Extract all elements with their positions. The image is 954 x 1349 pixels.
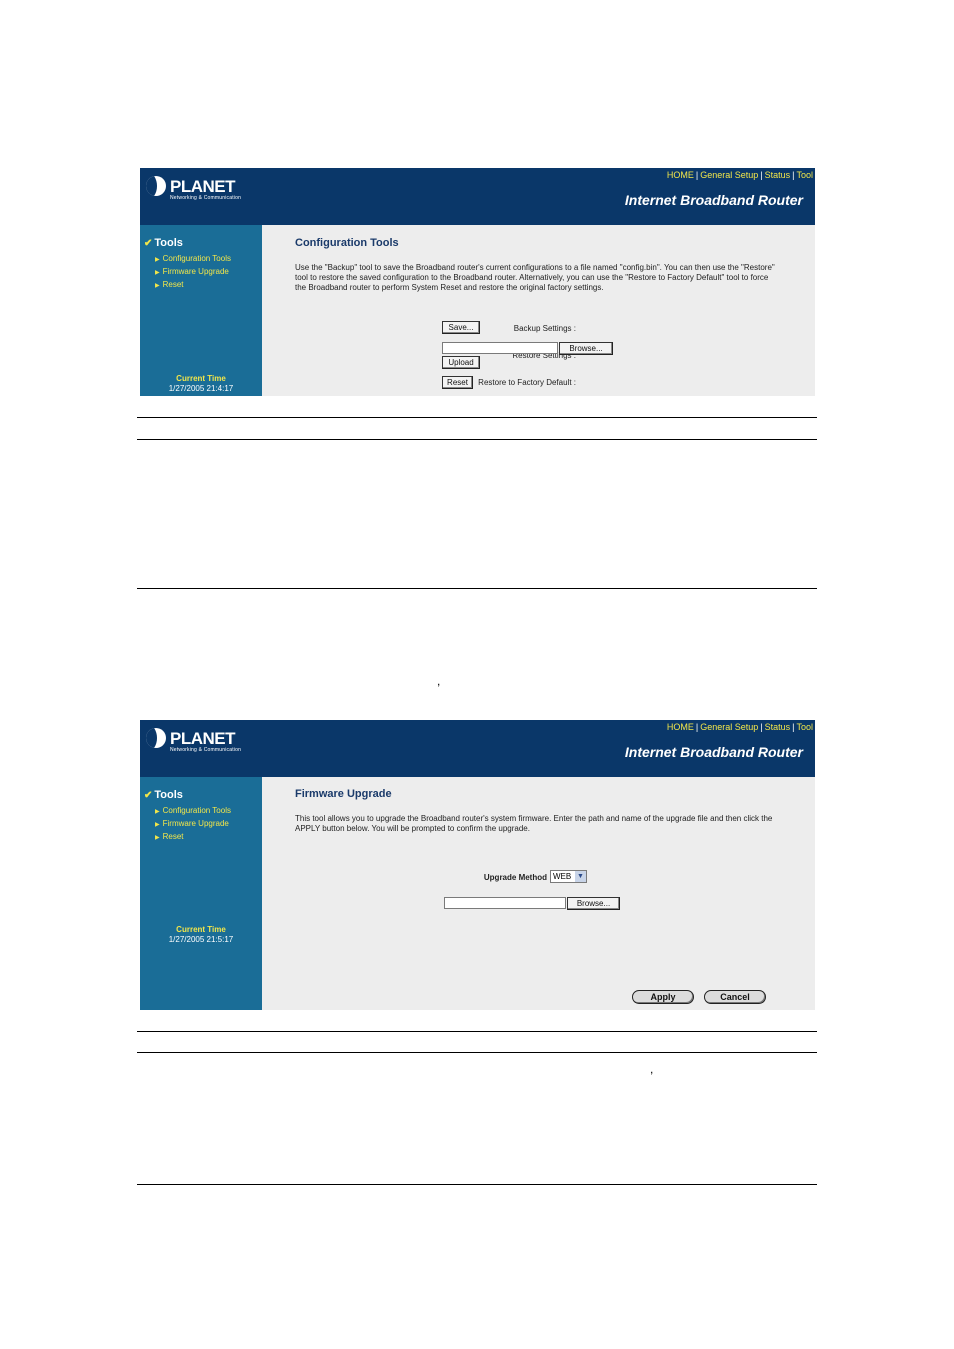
- save-button[interactable]: Save...: [442, 321, 480, 334]
- nav-status-link[interactable]: Status: [765, 722, 791, 732]
- sidebar-item-reset[interactable]: ▶ Reset: [155, 279, 231, 292]
- sidebar: ✔ Tools ▶ Configuration Tools ▶ Firmware Up…: [140, 777, 262, 1010]
- planet-logo: PLANET: [146, 728, 236, 748]
- header-bar: PLANET Networking & Communication HOME | G…: [140, 720, 815, 777]
- main-content: Configuration Tools Use the "Backup" too…: [262, 225, 815, 396]
- sidebar-item-firmware-upgrade[interactable]: ▶ Firmware Upgrade: [155, 818, 231, 831]
- firmware-file-input[interactable]: [444, 897, 566, 909]
- current-time-value: 1/27/2005 21:4:17: [168, 384, 234, 393]
- nav-status-link[interactable]: Status: [765, 170, 791, 180]
- nav-home-link[interactable]: HOME: [667, 170, 694, 180]
- top-nav: HOME | General Setup | Status | Tool: [666, 170, 813, 180]
- arrow-icon: ▶: [155, 835, 160, 841]
- sidebar-item-configuration-tools[interactable]: ▶ Configuration Tools: [155, 805, 231, 818]
- reset-button[interactable]: Reset: [442, 376, 473, 389]
- arrow-icon: ▶: [155, 257, 160, 263]
- divider-line: [137, 417, 817, 418]
- upgrade-method-select[interactable]: WEB ▼: [550, 870, 587, 883]
- page-title: Configuration Tools: [295, 237, 399, 249]
- main-content: Firmware Upgrade This tool allows you to…: [262, 777, 815, 1010]
- nav-tool-link[interactable]: Tool: [796, 170, 813, 180]
- sidebar-item-configuration-tools[interactable]: ▶ Configuration Tools: [155, 253, 231, 266]
- globe-icon: [146, 176, 166, 196]
- cancel-button[interactable]: Cancel: [704, 990, 766, 1004]
- header-bar: PLANET Networking & Communication HOME | G…: [140, 168, 815, 225]
- globe-icon: [146, 728, 166, 748]
- checkmark-icon: ✔: [144, 238, 153, 249]
- upload-button[interactable]: Upload: [442, 356, 480, 369]
- divider-line: [137, 588, 817, 589]
- config-tools-screenshot: PLANET Networking & Communication HOME | G…: [140, 168, 815, 396]
- sidebar: ✔ Tools ▶ Configuration Tools ▶ Firmware Up…: [140, 225, 262, 396]
- page-title: Firmware Upgrade: [295, 788, 392, 800]
- arrow-icon: ▶: [155, 809, 160, 815]
- stray-mark: ,: [437, 674, 441, 688]
- divider-line: [137, 1031, 817, 1032]
- upgrade-method-label: Upgrade Method: [483, 873, 547, 882]
- browse-button[interactable]: Browse...: [559, 342, 613, 355]
- current-time-label: Current Time: [176, 374, 226, 383]
- sidebar-title: ✔ Tools: [144, 789, 183, 801]
- nav-tool-link[interactable]: Tool: [796, 722, 813, 732]
- stray-mark: ,: [650, 1062, 654, 1076]
- page-description: This tool allows you to upgrade the Broa…: [295, 814, 773, 833]
- top-nav: HOME | General Setup | Status | Tool: [666, 722, 813, 732]
- logo-tagline: Networking & Communication: [170, 195, 242, 201]
- product-title: Internet Broadband Router: [624, 192, 803, 208]
- checkmark-icon: ✔: [144, 790, 153, 801]
- sidebar-title: ✔ Tools: [144, 237, 183, 249]
- product-title: Internet Broadband Router: [624, 744, 803, 760]
- planet-logo: PLANET: [146, 176, 236, 196]
- firmware-upgrade-screenshot: PLANET Networking & Communication HOME | G…: [140, 720, 815, 1010]
- browse-button[interactable]: Browse...: [567, 897, 620, 910]
- arrow-icon: ▶: [155, 822, 160, 828]
- apply-button[interactable]: Apply: [632, 990, 694, 1004]
- page-description: Use the "Backup" tool to save the Broadb…: [295, 263, 775, 292]
- divider-line: [137, 439, 817, 440]
- current-time-value: 1/27/2005 21:5:17: [168, 935, 234, 944]
- chevron-down-icon: ▼: [575, 871, 586, 882]
- backup-settings-label: Backup Settings :: [513, 324, 576, 333]
- arrow-icon: ▶: [155, 283, 160, 289]
- current-time-label: Current Time: [176, 925, 226, 934]
- sidebar-item-reset[interactable]: ▶ Reset: [155, 831, 231, 844]
- factory-default-label: Restore to Factory Default :: [478, 378, 576, 387]
- sidebar-item-firmware-upgrade[interactable]: ▶ Firmware Upgrade: [155, 266, 231, 279]
- nav-general-setup-link[interactable]: General Setup: [700, 170, 758, 180]
- restore-file-input[interactable]: [442, 342, 558, 354]
- nav-general-setup-link[interactable]: General Setup: [700, 722, 758, 732]
- nav-home-link[interactable]: HOME: [667, 722, 694, 732]
- divider-line: [137, 1052, 817, 1053]
- arrow-icon: ▶: [155, 270, 160, 276]
- divider-line: [137, 1184, 817, 1185]
- logo-tagline: Networking & Communication: [170, 747, 242, 753]
